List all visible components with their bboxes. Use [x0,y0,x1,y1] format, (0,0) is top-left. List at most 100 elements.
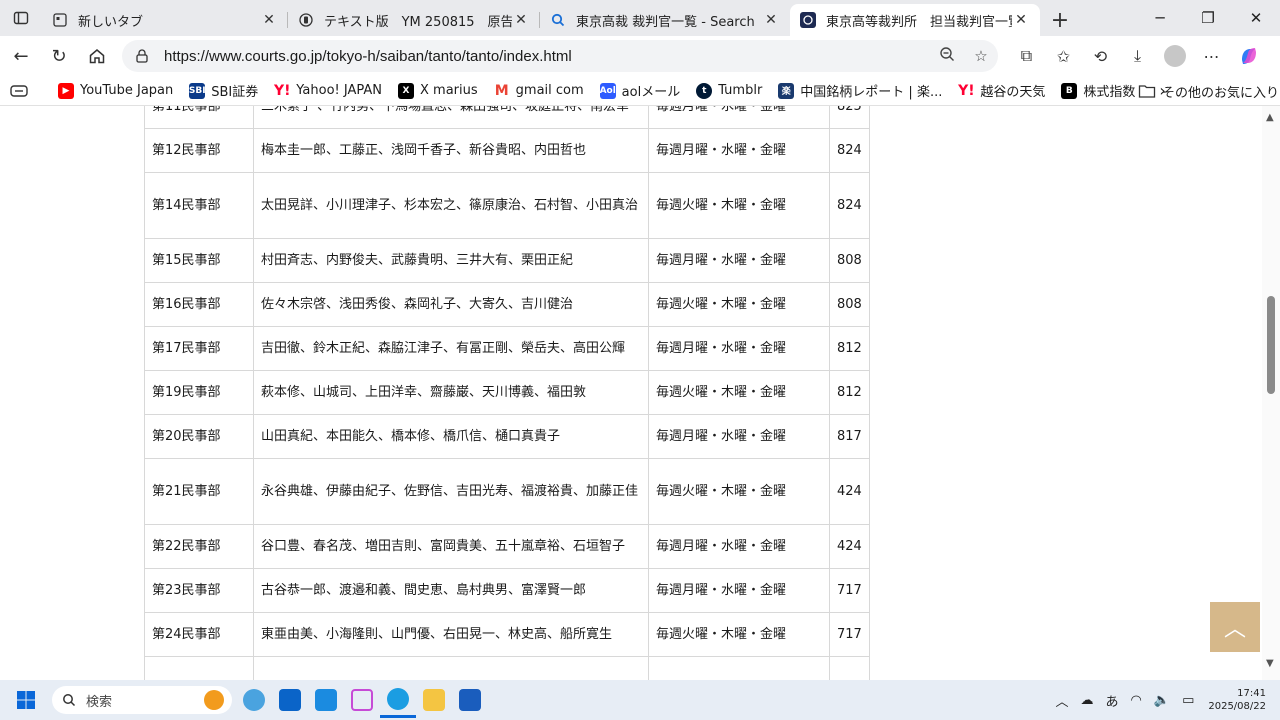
taskbar-outlook[interactable] [308,682,344,718]
wifi-icon[interactable]: ◠ [1131,693,1142,708]
battery-icon[interactable]: ▭ [1182,693,1194,708]
favorites-toggle-button[interactable] [0,76,36,106]
rakuten-icon: 楽 [778,82,795,99]
other-favorites[interactable]: その他のお気に入り [1138,76,1279,106]
judges-cell: 永谷典雄、伊藤由紀子、佐野信、吉田光寿、福渡裕貴、加藤正佳 [253,458,649,525]
restore-button[interactable]: ❐ [1184,0,1232,36]
table-row [144,656,870,680]
clock[interactable]: 17:41 2025/08/22 [1208,687,1266,713]
department-cell: 第19民事部 [144,370,254,415]
favorite-sbi[interactable]: SBI SBI証券 [181,76,266,106]
favorite-label: gmail com [515,83,584,98]
close-tab-icon[interactable]: ✕ [1012,12,1030,28]
volume-icon[interactable]: 🔈 [1154,693,1170,708]
new-tab-button[interactable]: + [1040,4,1080,36]
clock-time: 17:41 [1237,688,1266,699]
history-icon: ⟲ [1093,46,1108,66]
plus-icon: + [1050,7,1070,33]
close-window-button[interactable]: ✕ [1232,0,1280,36]
favorite-youtube[interactable]: ▶ YouTube Japan [50,76,181,106]
courtroom-cell: 824 [829,128,870,173]
copilot-button[interactable] [1230,38,1267,74]
tab-actions-button[interactable] [0,0,42,36]
zoom-icon[interactable] [930,46,964,66]
taskbar-search[interactable]: 検索 [52,686,232,714]
department-cell: 第24民事部 [144,612,254,657]
system-tray: ︿ ☁ あ ◠ 🔈 ▭ 17:41 2025/08/22 [1050,680,1280,720]
table-row: 第23民事部 古谷恭一郎、渡邉和義、間史恵、島村典男、富澤賢一郎 毎週月曜・水曜・金… [144,568,870,613]
favorite-label: 越谷の天気 [980,85,1046,100]
department-cell: 第22民事部 [144,524,254,569]
scroll-up-icon[interactable]: ▲ [1266,112,1274,123]
home-button[interactable] [78,38,116,74]
courtroom-cell: 825 [829,106,870,129]
tab-text-doc[interactable]: テキスト版 YM 250815 原告第１ ✕ [288,4,540,36]
favorite-weather[interactable]: Y! 越谷の天気 [950,76,1053,106]
profile-button[interactable] [1156,38,1193,74]
hearing-days-cell: 毎週月曜・水曜・金曜 [648,568,830,613]
favorite-x[interactable]: X X marius [390,76,486,106]
favorite-tumblr[interactable]: t Tumblr [688,76,770,106]
taskbar-outlook-classic[interactable] [272,682,308,718]
search-icon [63,694,76,707]
folder-icon [423,689,445,711]
avatar [1163,45,1186,67]
hearing-days-cell: 毎週火曜・木曜・金曜 [648,172,830,239]
tray-overflow-icon[interactable]: ︿ [1056,691,1069,710]
back-button[interactable]: ← [2,38,40,74]
department-cell: 第11民事部 [144,106,254,129]
favorite-star-icon[interactable]: ☆ [964,47,998,65]
tab-new-tab[interactable]: 新しいタブ ✕ [42,4,288,36]
courtroom-cell: 817 [829,414,870,459]
favorite-china-report[interactable]: 楽 中国銘柄レポート | 楽... [770,76,950,106]
close-tab-icon[interactable]: ✕ [260,12,278,28]
judges-cell: 吉田徹、鈴木正紀、森脇江津子、有冨正剛、榮岳夫、高田公輝 [253,326,649,371]
start-button[interactable] [6,680,46,720]
taskbar-file-explorer[interactable] [416,682,452,718]
hearing-days-cell: 毎週月曜・水曜・金曜 [648,128,830,173]
x-icon: X [398,82,415,99]
tab-court[interactable]: 東京高等裁判所 担当裁判官一覧 ✕ [790,4,1040,36]
back-to-top-button[interactable]: ︿ [1210,602,1260,652]
favorite-stock-index[interactable]: B 株式指数 [1053,76,1143,106]
downloads-button[interactable]: ⤓ [1119,38,1156,74]
windows-icon [17,691,35,709]
url-text[interactable]: https://www.courts.go.jp/tokyo-h/saiban/… [164,48,930,65]
search-placeholder: 検索 [86,694,113,710]
favorite-yahoo[interactable]: Y! Yahoo! JAPAN [266,76,390,106]
judges-cell: 村田斉志、内野俊夫、武藤貴明、三井大有、栗田正紀 [253,238,649,283]
favorite-gmail[interactable]: M gmail com [486,76,592,106]
taskbar-word[interactable] [452,682,488,718]
judges-cell: 萩本修、山城司、上田洋幸、齋藤巌、天川博義、福田敦 [253,370,649,415]
ime-indicator[interactable]: あ [1106,691,1119,710]
chevron-up-icon: ︿ [1223,617,1246,642]
page-scrollbar[interactable]: ▲ ▼ [1262,106,1280,680]
close-tab-icon[interactable]: ✕ [512,12,530,28]
minimize-button[interactable]: ─ [1136,0,1184,36]
department-cell: 第14民事部 [144,172,254,239]
scroll-down-icon[interactable]: ▼ [1266,658,1274,669]
tab-search[interactable]: 東京高裁 裁判官一覧 - Search ✕ [540,4,790,36]
site-info-icon[interactable] [134,48,150,64]
b-icon: B [1061,82,1078,99]
close-tab-icon[interactable]: ✕ [762,12,780,28]
taskbar-snipping-tool[interactable] [344,682,380,718]
courtroom-cell: 717 [829,612,870,657]
newtab-icon [52,12,68,28]
taskbar-edge[interactable] [380,682,416,718]
hearing-days-cell: 毎週火曜・木曜・金曜 [648,612,830,657]
refresh-button[interactable]: ↻ [40,38,78,74]
history-button[interactable]: ⟲ [1082,38,1119,74]
favorite-label: 株式指数 [1083,85,1136,100]
department-cell: 第20民事部 [144,414,254,459]
onedrive-icon[interactable]: ☁ [1081,693,1094,708]
tumblr-icon: t [696,82,713,99]
favorites-button[interactable]: ✩ [1045,38,1082,74]
courtroom-cell: 824 [829,172,870,239]
address-bar[interactable]: https://www.courts.go.jp/tokyo-h/saiban/… [122,40,998,72]
scrollbar-thumb[interactable] [1267,296,1275,394]
taskbar-widgets[interactable] [236,682,272,718]
extensions-button[interactable]: ⧉ [1008,38,1045,74]
favorite-aol[interactable]: Aol aolメール [592,76,689,106]
menu-button[interactable]: ⋯ [1193,38,1230,74]
